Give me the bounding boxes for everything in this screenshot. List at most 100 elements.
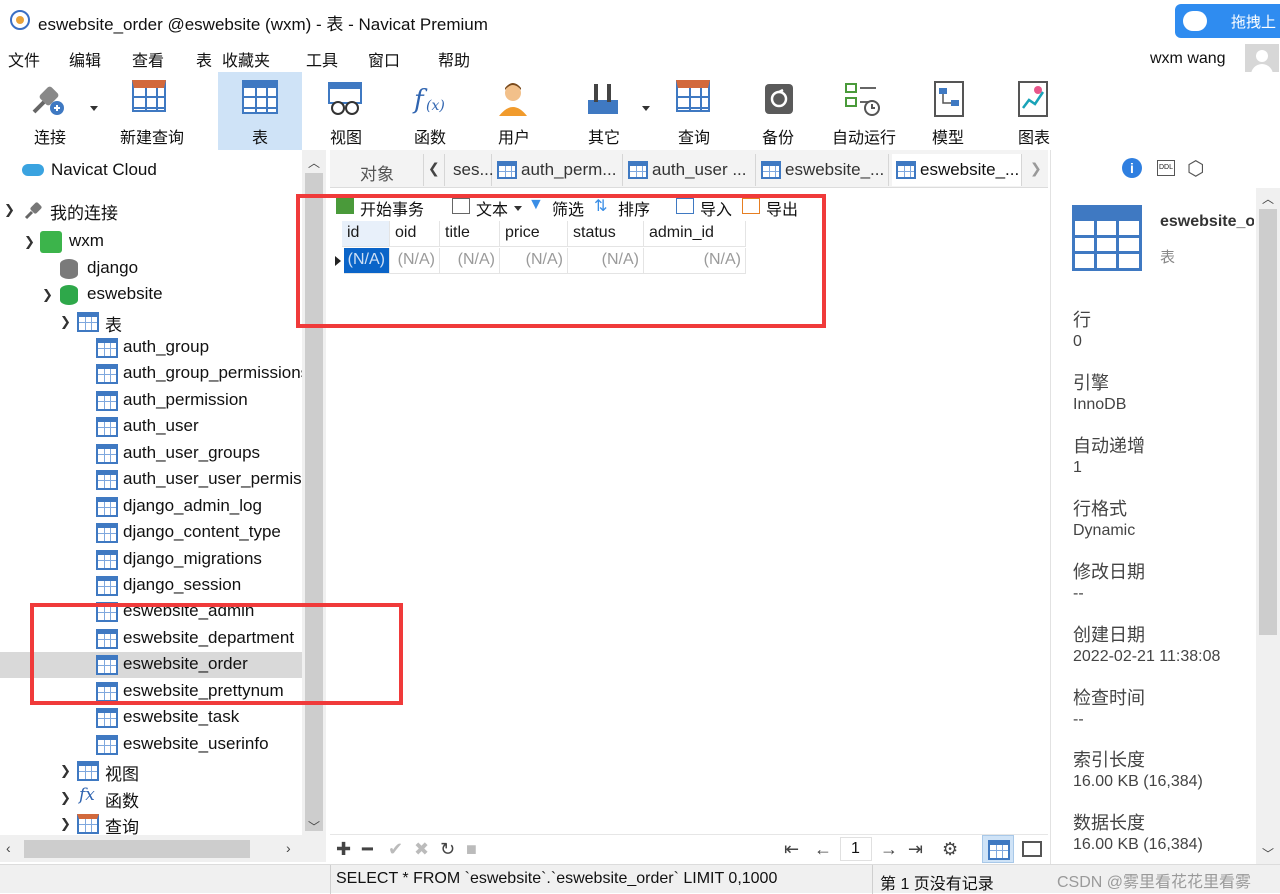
chevron-down-icon[interactable]: ❯	[60, 314, 71, 330]
tree-table-item[interactable]: eswebsite_task	[0, 705, 302, 731]
table-icon	[96, 444, 118, 464]
menu-view[interactable]: 查看	[132, 47, 164, 71]
chevron-down-icon[interactable]: ❯	[24, 234, 35, 250]
tree-table-item[interactable]: django_admin_log	[0, 494, 302, 520]
add-record-icon[interactable]: ✚	[336, 839, 351, 860]
gear-icon[interactable]: ⚙	[942, 839, 958, 860]
tab-item[interactable]: ses...	[444, 154, 494, 186]
next-page-icon[interactable]: →	[880, 839, 898, 860]
chevron-right-icon[interactable]: ❯	[60, 763, 71, 779]
user-button[interactable]: 用户	[476, 72, 552, 150]
view-button[interactable]: 视图	[306, 72, 386, 150]
table-icon	[96, 338, 118, 358]
view-glasses-icon	[328, 82, 362, 115]
last-page-icon[interactable]: ⇥	[908, 839, 923, 860]
tab-scroll-left-icon[interactable]: ❮	[428, 160, 440, 177]
tab-item[interactable]: auth_user ...	[624, 154, 756, 186]
user-icon	[499, 83, 527, 116]
chevron-right-icon[interactable]: ❯	[60, 816, 71, 832]
info-object-type: 表	[1160, 249, 1176, 266]
chart-button[interactable]: 图表	[996, 72, 1072, 150]
ddl-icon[interactable]: DDL	[1157, 160, 1175, 176]
tab-item[interactable]: auth_perm...	[493, 154, 623, 186]
tree-my-connections[interactable]: ❯ 我的连接	[0, 197, 302, 223]
grid-view-icon	[988, 840, 1010, 860]
backup-button[interactable]: 备份	[742, 72, 814, 150]
tree-table-item[interactable]: auth_user_groups	[0, 441, 302, 467]
other-dropdown-icon[interactable]	[642, 106, 650, 111]
tree-table-item[interactable]: auth_permission	[0, 388, 302, 414]
tree-queries-group[interactable]: ❯ 查询	[0, 811, 302, 837]
connect-dropdown-icon[interactable]	[90, 106, 98, 111]
menu-file[interactable]: 文件	[8, 47, 40, 71]
tree-db-eswebsite[interactable]: ❯ eswebsite	[0, 282, 302, 308]
sidebar-horizontal-scrollbar-thumb[interactable]	[24, 840, 250, 858]
tab-item[interactable]: eswebsite_...	[757, 154, 889, 186]
discard-changes-icon[interactable]: ✖	[414, 839, 429, 860]
tree-table-item[interactable]: django_migrations	[0, 547, 302, 573]
chevron-down-icon[interactable]: ❯	[4, 202, 15, 218]
menu-edit[interactable]: 编辑	[69, 47, 101, 71]
tree-table-label: auth_user_groups	[123, 443, 261, 462]
tree-table-item[interactable]: auth_user	[0, 414, 302, 440]
tree-table-item[interactable]: auth_group	[0, 335, 302, 361]
query-icon	[77, 814, 99, 834]
tree-table-label: django_session	[123, 575, 242, 594]
tree-table-item[interactable]: eswebsite_userinfo	[0, 732, 302, 758]
chevron-right-icon[interactable]: ❯	[60, 790, 71, 806]
tree-table-label: eswebsite_userinfo	[123, 734, 269, 753]
refresh-icon[interactable]: ↻	[440, 839, 455, 860]
cloud-upload-button[interactable]: 拖拽上	[1175, 4, 1280, 38]
tree-navicat-cloud[interactable]: Navicat Cloud	[0, 158, 302, 184]
apply-changes-icon[interactable]: ✔	[388, 839, 403, 860]
tab-scroll-right-icon[interactable]: ❯	[1030, 160, 1042, 177]
chevron-down-icon[interactable]: ❯	[42, 287, 53, 303]
other-button[interactable]: 其它	[566, 72, 652, 150]
scroll-down-icon[interactable]: ﹀	[1262, 845, 1274, 862]
automation-button[interactable]: 自动运行	[824, 72, 904, 150]
connect-button[interactable]: 连接	[14, 72, 98, 150]
page-number-input[interactable]: 1	[840, 837, 872, 861]
new-query-button[interactable]: 新建查询	[100, 72, 204, 150]
info-auto-increment-label: 自动递增	[1073, 436, 1145, 456]
tree-table-item[interactable]: auth_group_permissions	[0, 361, 303, 387]
tab-objects[interactable]: 对象	[330, 154, 424, 186]
first-page-icon[interactable]: ⇤	[784, 839, 799, 860]
tree-tables-group[interactable]: ❯ 表	[0, 309, 302, 335]
function-button[interactable]: f (x) 函数	[392, 72, 468, 150]
delete-record-icon[interactable]: ━	[362, 839, 373, 860]
hexagon-icon[interactable]: ⬡	[1187, 156, 1204, 181]
scroll-up-icon[interactable]: ︿	[308, 154, 320, 171]
prev-page-icon[interactable]: ←	[814, 839, 832, 860]
tree-views-group[interactable]: ❯ 视图	[0, 758, 302, 784]
tree-db-django[interactable]: django	[0, 256, 302, 282]
tab-item-active[interactable]: eswebsite_...	[892, 154, 1022, 186]
menu-tools[interactable]: 工具	[306, 47, 338, 71]
user-name[interactable]: wxm wang	[1150, 50, 1226, 68]
scroll-down-icon[interactable]: ﹀	[308, 818, 320, 835]
form-view-icon[interactable]	[1022, 841, 1042, 857]
tree-table-item[interactable]: django_session	[0, 573, 302, 599]
scroll-up-icon[interactable]: ︿	[1262, 190, 1274, 207]
tree-db-eswebsite-label: eswebsite	[87, 284, 163, 303]
table-icon	[1072, 205, 1142, 271]
query-button[interactable]: 查询	[656, 72, 732, 150]
tree-connection-wxm[interactable]: ❯ wxm	[0, 229, 302, 255]
tree-table-item[interactable]: auth_user_user_permissions	[0, 467, 303, 493]
info-icon[interactable]: i	[1122, 158, 1142, 178]
menu-table[interactable]: 表	[196, 47, 212, 71]
menu-help[interactable]: 帮助	[438, 47, 470, 71]
stop-icon[interactable]: ■	[466, 839, 477, 860]
table-button[interactable]: 表	[218, 72, 302, 150]
info-modified-value: --	[1073, 585, 1084, 602]
info-panel-scrollbar-thumb[interactable]	[1259, 209, 1277, 635]
scroll-right-icon[interactable]: ›	[286, 840, 291, 856]
menu-bar: 文件 编辑 查看 表 收藏夹 工具 窗口 帮助 wxm wang	[0, 42, 1280, 78]
tree-functions-group[interactable]: ❯ fx 函数	[0, 785, 302, 811]
grid-view-button[interactable]	[982, 835, 1014, 863]
model-button[interactable]: 模型	[910, 72, 986, 150]
scroll-left-icon[interactable]: ‹	[6, 840, 11, 856]
menu-window[interactable]: 窗口	[368, 47, 400, 71]
menu-favorites[interactable]: 收藏夹	[222, 47, 270, 71]
tree-table-item[interactable]: django_content_type	[0, 520, 302, 546]
